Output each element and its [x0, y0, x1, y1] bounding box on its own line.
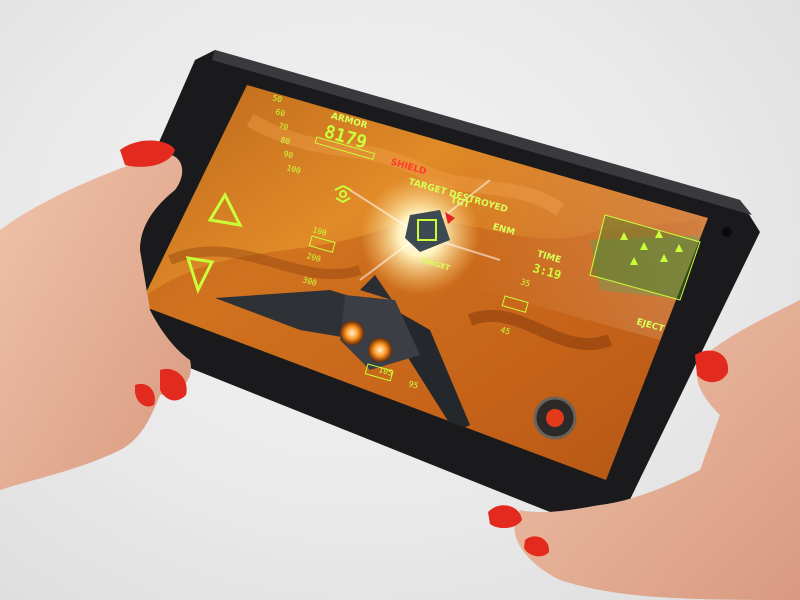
fire-button[interactable]: [533, 396, 577, 440]
engine-afterburner-left: [340, 321, 364, 345]
fingernail: [488, 505, 522, 529]
photo-scene: 50 60 70 80 90 100 ARMOR 8179 SHIELD TGT…: [0, 50, 800, 600]
engine-afterburner-right: [368, 338, 392, 362]
fire-icon: [546, 409, 564, 427]
camera-lens: [722, 227, 732, 237]
